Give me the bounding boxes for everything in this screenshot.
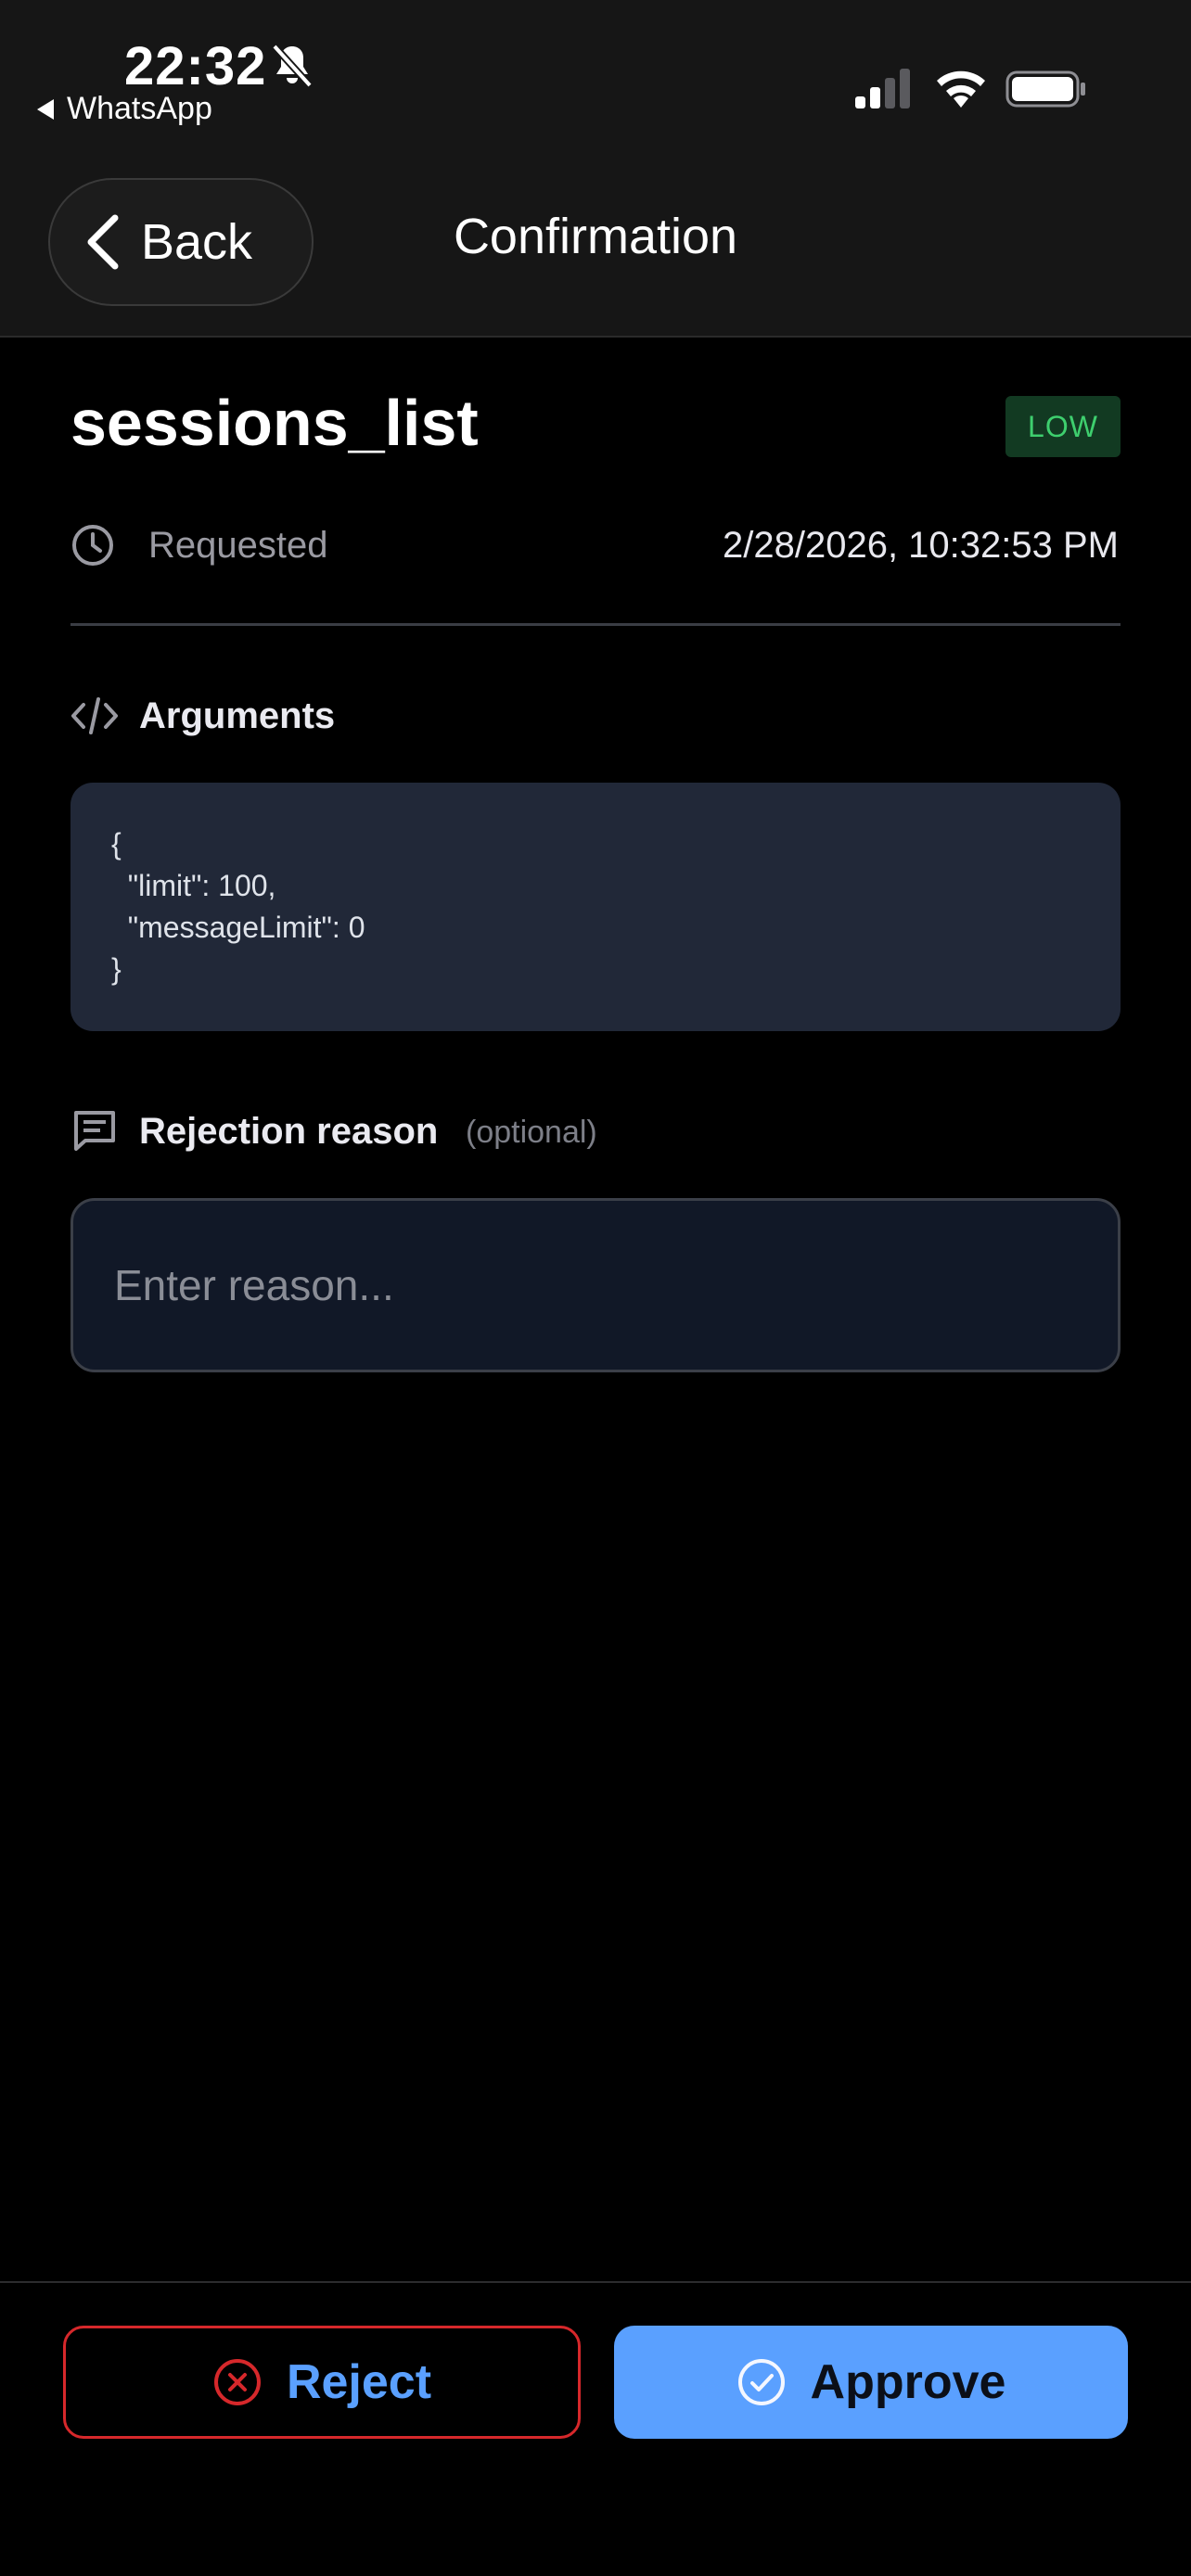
approve-button[interactable]: Approve [614, 2326, 1128, 2439]
arguments-heading: Arguments [139, 695, 336, 736]
code-line: } [111, 952, 122, 986]
back-triangle-icon [37, 98, 54, 120]
code-icon [71, 697, 118, 734]
code-line: "messageLimit": 0 [111, 911, 365, 944]
bell-slash-icon [272, 44, 313, 88]
page-title: Confirmation [453, 209, 738, 264]
code-line: { [111, 827, 122, 861]
optional-label: (optional) [466, 1115, 597, 1150]
footer-divider [0, 2281, 1191, 2283]
approve-button-label: Approve [810, 2355, 1006, 2409]
requested-label: Requested [148, 525, 328, 566]
reject-button-label: Reject [286, 2355, 432, 2409]
back-to-app-link[interactable]: WhatsApp [37, 91, 212, 127]
clock-icon [72, 525, 113, 566]
divider [70, 623, 1121, 626]
back-app-label: WhatsApp [67, 91, 212, 126]
status-time: 22:32 [124, 36, 267, 96]
top-bar: 22:32 WhatsApp Back Confirmation [0, 0, 1191, 338]
code-line: "limit": 100, [111, 869, 276, 902]
arguments-code-block: { "limit": 100, "messageLimit": 0 } [70, 783, 1121, 1031]
battery-icon [1005, 70, 1085, 108]
check-circle-icon [737, 2359, 785, 2405]
rejection-reason-input[interactable] [70, 1198, 1121, 1372]
requested-timestamp: 2/28/2026, 10:32:53 PM [723, 525, 1119, 566]
risk-level-badge: LOW [1005, 396, 1121, 457]
x-circle-icon [213, 2359, 261, 2405]
signal-icon [855, 69, 910, 108]
message-icon [74, 1111, 115, 1151]
reject-button[interactable]: Reject [63, 2326, 581, 2439]
rejection-reason-heading: Rejection reason [139, 1111, 439, 1152]
wifi-icon [937, 70, 985, 108]
tool-name: sessions_list [70, 387, 479, 459]
